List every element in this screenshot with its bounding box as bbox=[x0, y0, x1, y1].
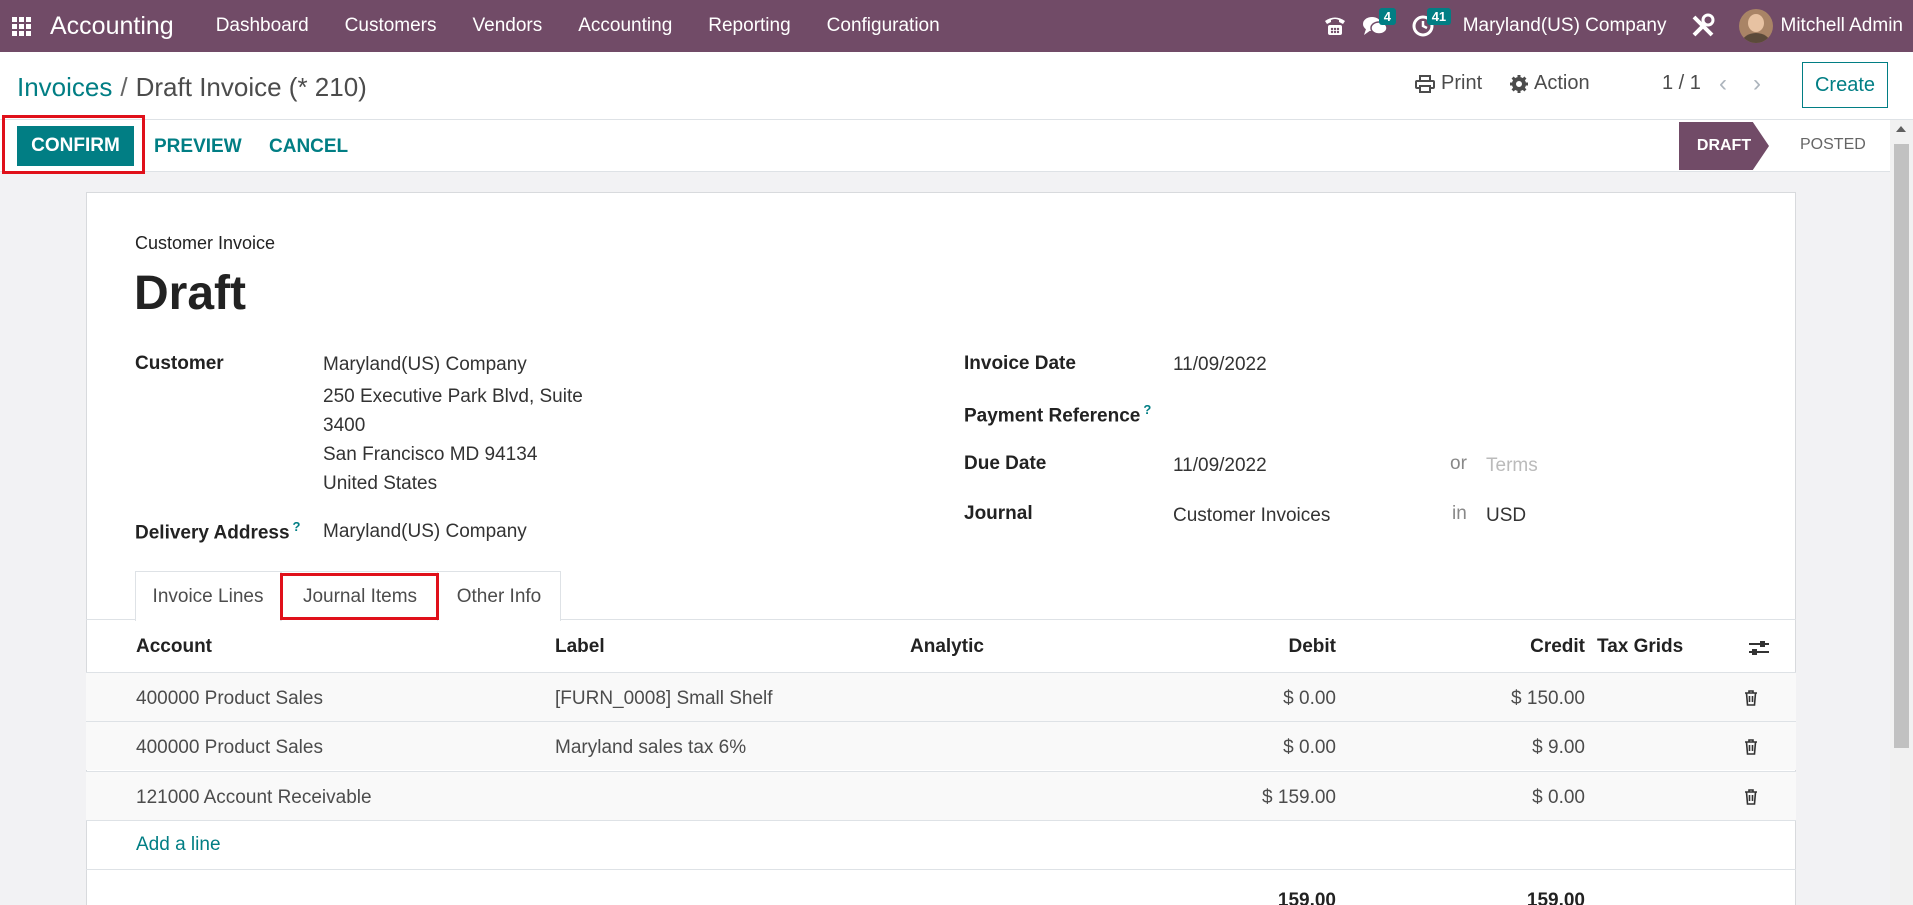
document-type: Customer Invoice bbox=[135, 233, 276, 253]
row-divider bbox=[86, 820, 1796, 821]
breadcrumb-current: Draft Invoice (* 210) bbox=[135, 72, 367, 102]
column-analytic[interactable]: Analytic bbox=[910, 636, 984, 658]
scroll-thumb[interactable] bbox=[1894, 144, 1909, 748]
row3-account[interactable]: 121000 Account Receivable bbox=[136, 787, 372, 809]
add-line-link[interactable]: Add a line bbox=[136, 834, 221, 856]
tab-invoice-lines[interactable]: Invoice Lines bbox=[135, 571, 281, 621]
row1-label[interactable]: [FURN_0008] Small Shelf bbox=[555, 688, 773, 710]
menu-vendors[interactable]: Vendors bbox=[455, 0, 561, 52]
customer-address-line1: 250 Executive Park Blvd, Suite bbox=[323, 386, 583, 407]
due-date-label: Due Date bbox=[964, 453, 1047, 474]
menu-reporting[interactable]: Reporting bbox=[690, 0, 808, 52]
apps-menu-icon[interactable] bbox=[0, 0, 42, 52]
action-button[interactable]: Action bbox=[1510, 72, 1590, 95]
column-label[interactable]: Label bbox=[555, 636, 605, 658]
customer-address-line3: San Francisco MD 94134 bbox=[323, 444, 538, 465]
top-navbar: Accounting Dashboard Customers Vendors A… bbox=[0, 0, 1913, 52]
pager-next-icon[interactable]: › bbox=[1753, 70, 1761, 98]
confirm-highlight-box bbox=[2, 115, 145, 174]
customer-address-line2: 3400 bbox=[323, 415, 366, 436]
row3-delete-trash-icon[interactable] bbox=[1744, 789, 1758, 805]
total-credit: 159.00 bbox=[1526, 890, 1585, 905]
row3-credit[interactable]: $ 0.00 bbox=[1450, 787, 1585, 809]
payment-reference-help-icon[interactable]: ? bbox=[1143, 402, 1151, 417]
page-scrollbar[interactable] bbox=[1890, 120, 1913, 905]
preview-button[interactable]: PREVIEW bbox=[154, 136, 242, 158]
create-button[interactable]: Create bbox=[1802, 62, 1888, 108]
invoice-date-label: Invoice Date bbox=[964, 353, 1076, 374]
column-credit[interactable]: Credit bbox=[1450, 636, 1585, 658]
print-label: Print bbox=[1441, 72, 1483, 94]
user-name[interactable]: Mitchell Admin bbox=[1781, 15, 1904, 37]
column-account[interactable]: Account bbox=[136, 636, 212, 658]
customer-address-line4: United States bbox=[323, 473, 438, 494]
totals-divider bbox=[86, 869, 1796, 870]
customer-field[interactable]: Maryland(US) Company bbox=[323, 354, 527, 376]
menu-configuration[interactable]: Configuration bbox=[809, 0, 958, 52]
journal-field[interactable]: Customer Invoices bbox=[1173, 505, 1330, 527]
currency-field[interactable]: USD bbox=[1486, 505, 1526, 527]
or-text: or bbox=[1450, 453, 1467, 474]
menu-accounting[interactable]: Accounting bbox=[560, 0, 690, 52]
optional-columns-icon[interactable] bbox=[1748, 638, 1770, 663]
document-title: Draft bbox=[134, 267, 247, 320]
menu-customers[interactable]: Customers bbox=[327, 0, 455, 52]
gear-icon bbox=[1510, 74, 1528, 93]
total-debit: 159.00 bbox=[1277, 890, 1336, 905]
delivery-address-label: Delivery Address? bbox=[135, 519, 301, 544]
payment-terms-field[interactable]: Terms bbox=[1486, 455, 1538, 477]
customer-label: Customer bbox=[135, 353, 224, 374]
column-tax-grids[interactable]: Tax Grids bbox=[1597, 636, 1683, 658]
print-button[interactable]: Print bbox=[1415, 72, 1482, 95]
user-avatar[interactable] bbox=[1738, 9, 1773, 43]
delivery-address-field[interactable]: Maryland(US) Company bbox=[323, 521, 527, 543]
row1-delete-trash-icon[interactable] bbox=[1744, 690, 1758, 706]
status-draft[interactable]: DRAFT bbox=[1679, 122, 1769, 170]
activities-badge: 41 bbox=[1426, 8, 1452, 25]
payment-reference-label: Payment Reference? bbox=[964, 402, 1151, 427]
menu-dashboard[interactable]: Dashboard bbox=[198, 0, 327, 52]
row2-label[interactable]: Maryland sales tax 6% bbox=[555, 737, 746, 759]
in-text: in bbox=[1452, 503, 1467, 524]
status-posted[interactable]: POSTED bbox=[1800, 136, 1866, 154]
cancel-button[interactable]: CANCEL bbox=[269, 136, 348, 158]
control-panel: Invoices / Draft Invoice (* 210) Print Act… bbox=[0, 52, 1913, 120]
delivery-address-label-text: Delivery Address bbox=[135, 522, 290, 544]
journal-items-highlight-box bbox=[280, 573, 439, 620]
row1-debit[interactable]: $ 0.00 bbox=[1200, 688, 1336, 710]
breadcrumb-invoices-link[interactable]: Invoices bbox=[17, 72, 112, 102]
app-brand[interactable]: Accounting bbox=[50, 12, 174, 41]
breadcrumb: Invoices / Draft Invoice (* 210) bbox=[17, 72, 367, 103]
row2-delete-trash-icon[interactable] bbox=[1744, 739, 1758, 755]
scroll-up-icon[interactable] bbox=[1896, 126, 1906, 132]
messages-badge: 4 bbox=[1378, 8, 1396, 25]
invoice-date-field[interactable]: 11/09/2022 bbox=[1173, 354, 1267, 376]
row3-debit[interactable]: $ 159.00 bbox=[1200, 787, 1336, 809]
settings-tools-icon[interactable] bbox=[1683, 0, 1723, 52]
payment-reference-label-text: Payment Reference bbox=[964, 405, 1141, 427]
row2-account[interactable]: 400000 Product Sales bbox=[136, 737, 323, 759]
phone-icon[interactable] bbox=[1315, 0, 1355, 52]
print-icon bbox=[1415, 74, 1435, 93]
row1-account[interactable]: 400000 Product Sales bbox=[136, 688, 323, 710]
company-switcher[interactable]: Maryland(US) Company bbox=[1463, 15, 1667, 37]
messages-icon[interactable]: 4 bbox=[1355, 0, 1396, 52]
pager-previous-icon[interactable]: ‹ bbox=[1719, 70, 1727, 98]
pager-value[interactable]: 1 / 1 bbox=[1662, 72, 1701, 95]
tab-other-info[interactable]: Other Info bbox=[437, 571, 561, 621]
row1-credit[interactable]: $ 150.00 bbox=[1450, 688, 1585, 710]
due-date-field[interactable]: 11/09/2022 bbox=[1173, 455, 1267, 477]
breadcrumb-separator: / bbox=[120, 72, 128, 102]
delivery-help-icon[interactable]: ? bbox=[293, 519, 301, 534]
action-label: Action bbox=[1534, 72, 1590, 94]
row2-credit[interactable]: $ 9.00 bbox=[1450, 737, 1585, 759]
column-debit[interactable]: Debit bbox=[1200, 636, 1337, 658]
activities-clock-icon[interactable]: 41 bbox=[1403, 0, 1452, 52]
row2-debit[interactable]: $ 0.00 bbox=[1200, 737, 1336, 759]
journal-label: Journal bbox=[964, 503, 1033, 524]
